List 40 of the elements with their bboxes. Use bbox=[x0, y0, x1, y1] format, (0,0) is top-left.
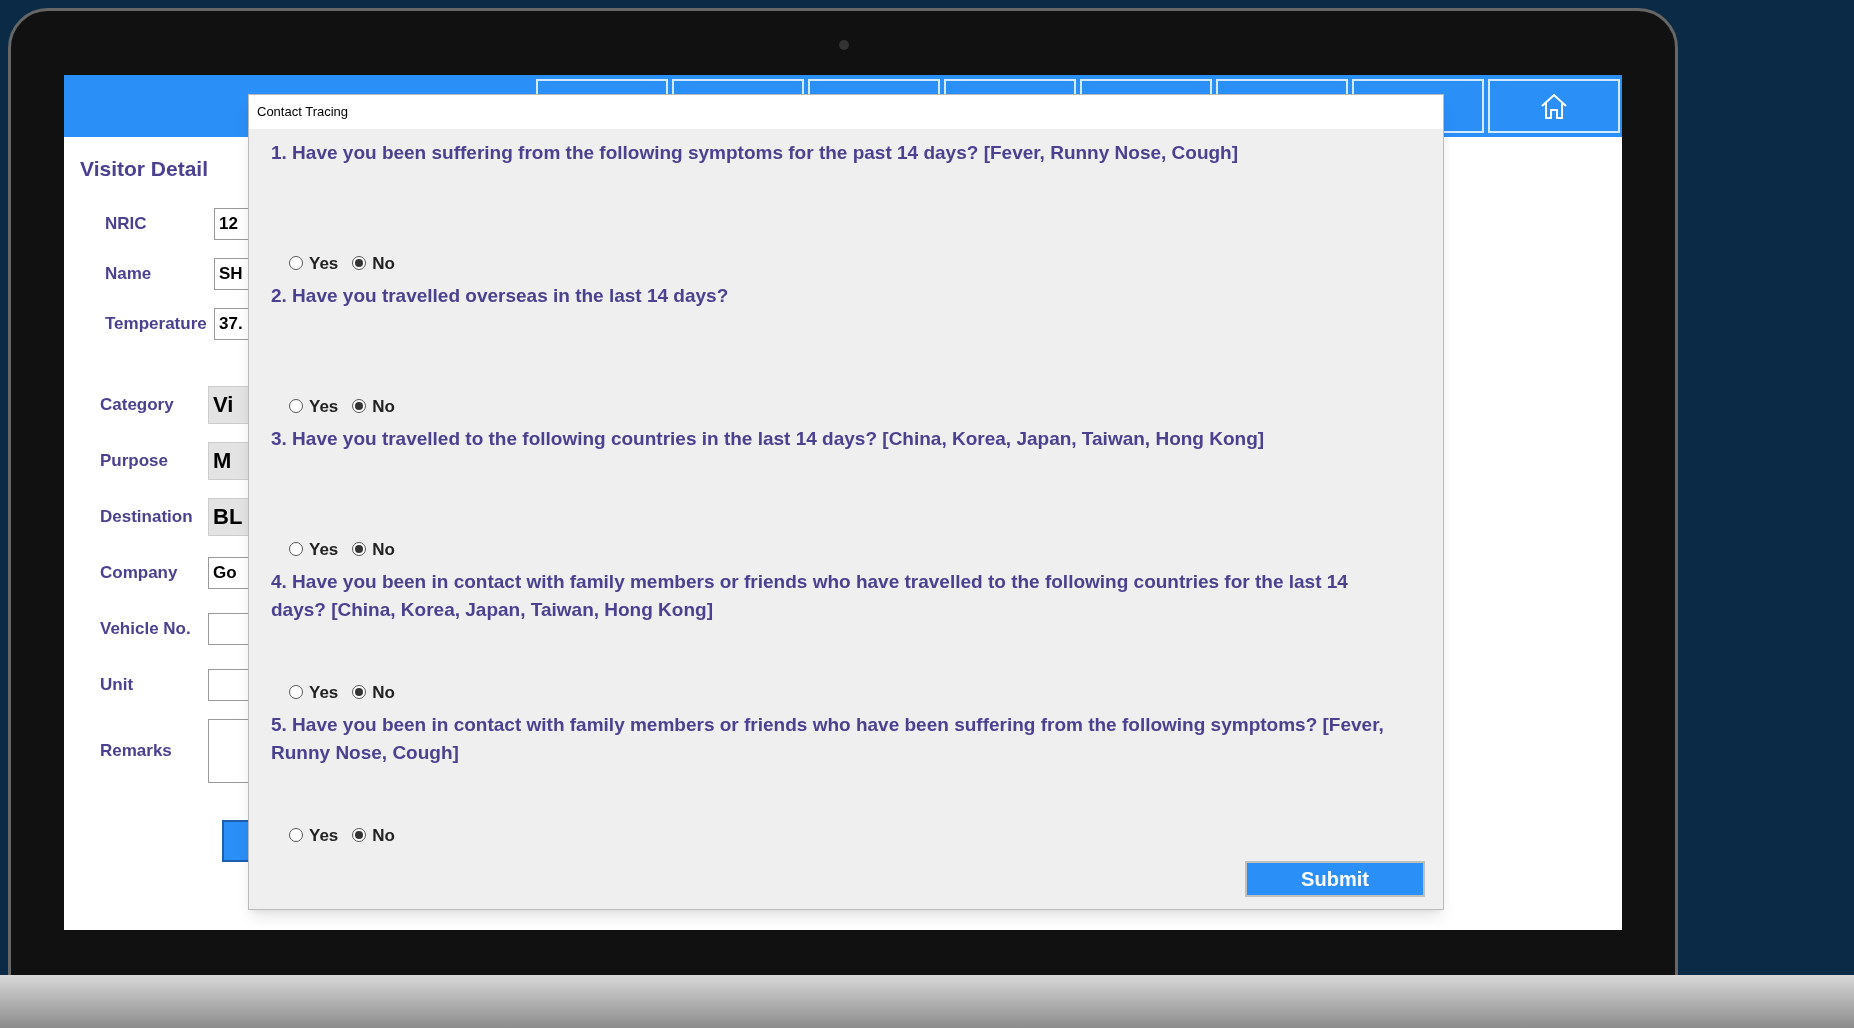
radio-label: Yes bbox=[309, 538, 339, 561]
radio-button[interactable] bbox=[289, 256, 303, 271]
home-icon bbox=[1539, 92, 1569, 120]
field-label: NRIC bbox=[104, 212, 148, 235]
panel-title: Visitor Detail bbox=[80, 156, 208, 182]
field-label: Unit bbox=[99, 673, 135, 696]
radio-button[interactable] bbox=[352, 256, 367, 271]
radio-button[interactable] bbox=[352, 828, 367, 843]
field-label: Category bbox=[99, 393, 175, 416]
radio-label: No bbox=[372, 538, 395, 561]
question-text: 2. Have you travelled overseas in the last 14 days? bbox=[271, 284, 730, 308]
field-label: Name bbox=[104, 262, 153, 285]
radio-label: Yes bbox=[309, 252, 339, 275]
field-label: Temperature bbox=[104, 312, 208, 335]
radio-label: Yes bbox=[309, 681, 339, 704]
radio-button[interactable] bbox=[289, 828, 303, 843]
field-label: Destination bbox=[99, 505, 194, 528]
radio-button[interactable] bbox=[352, 399, 367, 414]
radio-button[interactable] bbox=[289, 685, 303, 700]
field-label: Vehicle No. bbox=[99, 617, 192, 640]
field-label: Purpose bbox=[99, 449, 170, 472]
field-label: Company bbox=[99, 561, 179, 584]
radio-label: No bbox=[372, 252, 395, 275]
home-button[interactable] bbox=[1488, 79, 1620, 133]
question-text: 4. Have you been in contact with family members or friends who have travelled to the following countries for the last 14 days? [China, Korea, Japan, Taiwan, Hong Kong] bbox=[271, 570, 1349, 622]
field-label: Remarks bbox=[99, 739, 173, 762]
radio-button[interactable] bbox=[352, 685, 367, 700]
radio-label: Yes bbox=[309, 395, 339, 418]
question-text: 1. Have you been suffering from the following symptoms for the past 14 days? [Fever, Runny Nose, Cough] bbox=[271, 141, 1240, 165]
radio-label: No bbox=[372, 395, 395, 418]
radio-button[interactable] bbox=[352, 542, 367, 557]
question-text: 3. Have you travelled to the following countries in the last 14 days? [China, Korea, Japan, Taiwan, Hong Kong] bbox=[271, 427, 1266, 451]
radio-label: No bbox=[372, 824, 395, 847]
radio-button[interactable] bbox=[289, 542, 303, 557]
radio-button[interactable] bbox=[289, 399, 303, 414]
radio-label: No bbox=[372, 681, 395, 704]
dialog-title: Contact Tracing bbox=[257, 103, 349, 122]
laptop-camera-icon bbox=[839, 40, 849, 50]
question-text: 5. Have you been in contact with family members or friends who have been suffering from the following symptoms? [Fever, Runny Nose, Cough] bbox=[271, 713, 1385, 765]
radio-label: Yes bbox=[309, 824, 339, 847]
